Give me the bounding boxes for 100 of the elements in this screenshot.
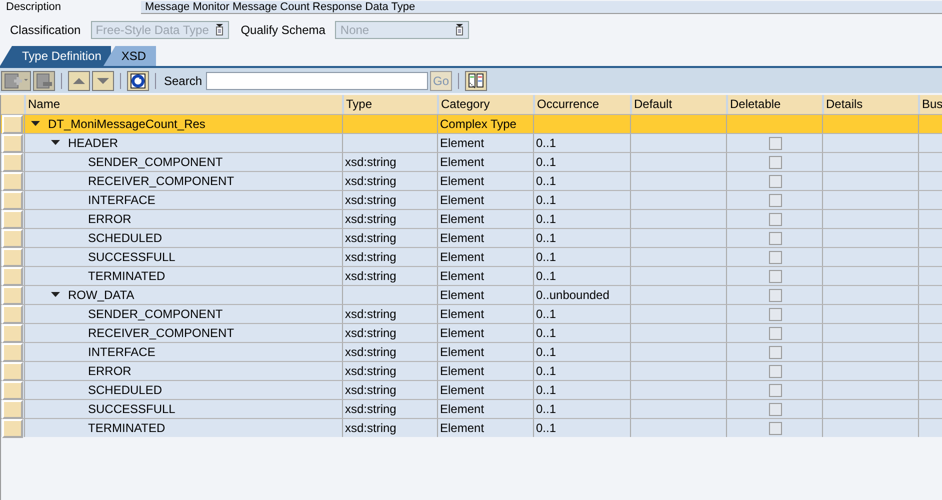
row-selector[interactable] xyxy=(2,153,23,172)
refresh-button[interactable] xyxy=(127,70,149,90)
down-triangle-icon xyxy=(97,78,109,84)
row-selector[interactable] xyxy=(2,305,23,324)
deletable-checkbox[interactable] xyxy=(769,288,782,302)
row-selector[interactable] xyxy=(2,210,23,229)
qualify-schema-label: Qualify Schema xyxy=(240,23,326,37)
category-cell: Element xyxy=(440,288,484,302)
add-row-button[interactable] xyxy=(1,70,31,90)
name-cell: SENDER_COMPONENT xyxy=(88,307,223,321)
category-cell: Element xyxy=(440,383,484,397)
category-cell: Element xyxy=(440,421,484,435)
occurrence-cell: 0..1 xyxy=(536,364,556,378)
row-selector[interactable] xyxy=(2,324,23,343)
occurrence-cell: 0..1 xyxy=(536,136,556,150)
row-selector[interactable] xyxy=(2,229,23,248)
name-cell: ROW_DATA xyxy=(68,288,134,302)
name-cell: SCHEDULED xyxy=(88,231,162,245)
category-cell: Complex Type xyxy=(440,117,516,131)
row-selector[interactable] xyxy=(2,248,23,267)
type-cell: xsd:string xyxy=(345,250,396,264)
type-cell: xsd:string xyxy=(345,307,396,321)
remove-row-button[interactable] xyxy=(33,70,55,90)
type-cell: xsd:string xyxy=(345,345,396,359)
name-cell: DT_MoniMessageCount_Res xyxy=(48,117,206,131)
name-cell: INTERFACE xyxy=(88,193,156,207)
description-field[interactable]: Message Monitor Message Count Response Data Type xyxy=(141,0,942,14)
name-cell: SUCCESSFULL xyxy=(88,402,176,416)
search-field[interactable] xyxy=(206,72,428,90)
deletable-checkbox[interactable] xyxy=(769,232,782,244)
type-cell: xsd:string xyxy=(345,155,396,169)
category-cell: Element xyxy=(440,345,484,359)
row-selector[interactable] xyxy=(2,343,23,362)
deletable-checkbox[interactable] xyxy=(769,308,782,320)
occurrence-cell: 0..unbounded xyxy=(536,288,610,302)
name-cell: TERMINATED xyxy=(88,269,166,283)
deletable-checkbox[interactable] xyxy=(769,212,782,226)
row-selector[interactable] xyxy=(2,191,23,210)
row-selector[interactable] xyxy=(2,115,23,134)
occurrence-cell: 0..1 xyxy=(536,269,556,283)
occurrence-cell: 0..1 xyxy=(536,383,556,397)
deletable-checkbox[interactable] xyxy=(769,156,782,168)
expand-triangle-icon[interactable] xyxy=(31,121,40,127)
category-cell: Element xyxy=(440,212,484,226)
name-cell: SENDER_COMPONENT xyxy=(88,155,223,169)
dropdown-icon xyxy=(455,24,464,36)
row-selector[interactable] xyxy=(2,362,23,381)
dropdown-icon xyxy=(214,24,224,36)
occurrence-cell: 0..1 xyxy=(536,155,556,169)
name-cell: TERMINATED xyxy=(88,421,166,435)
category-cell: Element xyxy=(440,174,484,188)
type-cell: xsd:string xyxy=(345,383,396,397)
search-label: Search xyxy=(164,74,202,88)
move-up-button[interactable] xyxy=(68,70,90,90)
deletable-checkbox[interactable] xyxy=(769,174,782,188)
row-selector[interactable] xyxy=(2,381,23,400)
type-cell: xsd:string xyxy=(345,231,396,245)
name-cell: SCHEDULED xyxy=(88,383,162,397)
deletable-checkbox[interactable] xyxy=(769,194,782,206)
column-settings-button[interactable] xyxy=(465,70,488,90)
tab[interactable]: Type Definition xyxy=(0,46,112,66)
name-cell: ERROR xyxy=(88,364,132,378)
name-cell: RECEIVER_COMPONENT xyxy=(88,174,234,188)
type-cell: xsd:string xyxy=(345,174,396,188)
name-cell: HEADER xyxy=(68,136,118,150)
row-selector[interactable] xyxy=(2,267,23,286)
occurrence-cell: 0..1 xyxy=(536,174,556,188)
deletable-checkbox[interactable] xyxy=(769,136,782,150)
expand-triangle-icon[interactable] xyxy=(51,292,60,298)
deletable-checkbox[interactable] xyxy=(769,250,782,264)
row-selector[interactable] xyxy=(2,286,23,305)
deletable-checkbox[interactable] xyxy=(769,422,782,434)
category-cell: Element xyxy=(440,231,484,245)
remove-row-icon xyxy=(35,72,53,90)
row-selector[interactable] xyxy=(2,134,23,153)
deletable-checkbox[interactable] xyxy=(769,346,782,358)
row-selector[interactable] xyxy=(2,400,23,419)
deletable-checkbox[interactable] xyxy=(769,326,782,340)
row-selector[interactable] xyxy=(2,172,23,191)
name-cell: RECEIVER_COMPONENT xyxy=(88,326,234,340)
category-cell: Element xyxy=(440,193,484,207)
row-selector[interactable] xyxy=(2,419,23,438)
type-cell: xsd:string xyxy=(345,364,396,378)
occurrence-cell: 0..1 xyxy=(536,212,556,226)
deletable-checkbox[interactable] xyxy=(769,384,782,396)
deletable-checkbox[interactable] xyxy=(769,364,782,378)
category-cell: Element xyxy=(440,364,484,378)
add-row-icon xyxy=(3,72,29,90)
deletable-checkbox[interactable] xyxy=(769,270,782,282)
expand-triangle-icon[interactable] xyxy=(51,140,60,146)
deletable-checkbox[interactable] xyxy=(769,402,782,416)
category-cell: Element xyxy=(440,155,484,169)
category-cell: Element xyxy=(440,307,484,321)
type-cell: xsd:string xyxy=(345,402,396,416)
type-cell: xsd:string xyxy=(345,269,396,283)
type-cell: xsd:string xyxy=(345,326,396,340)
category-cell: Element xyxy=(440,136,484,150)
occurrence-cell: 0..1 xyxy=(536,421,556,435)
move-down-button[interactable] xyxy=(92,70,114,90)
classification-label: Classification xyxy=(10,23,81,37)
